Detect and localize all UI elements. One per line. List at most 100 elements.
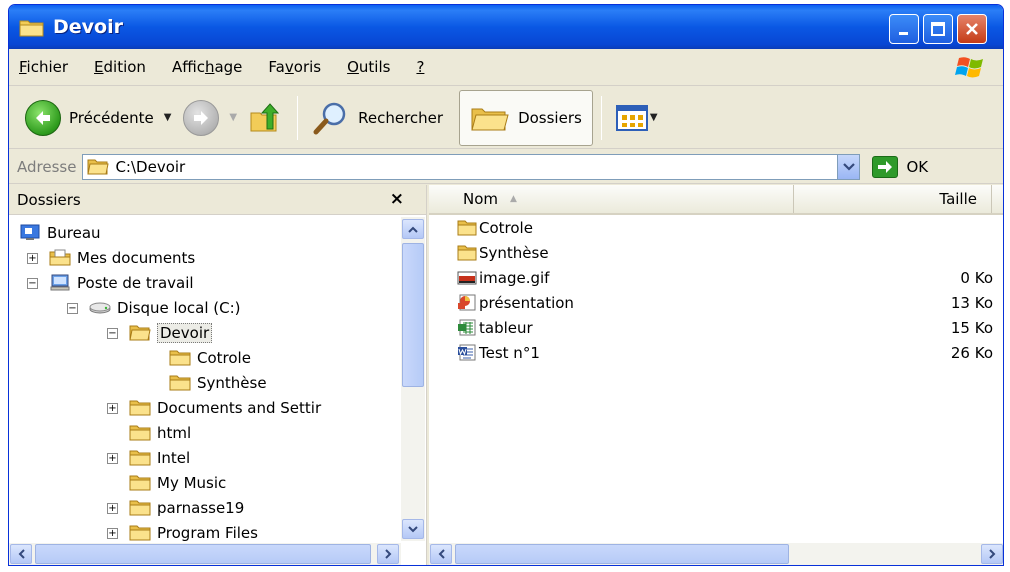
scroll-right-button[interactable] (981, 544, 1003, 564)
scroll-thumb[interactable] (455, 544, 789, 564)
folder-icon (457, 245, 477, 261)
file-row[interactable]: présentation 13 Ko (429, 290, 1003, 315)
expand-toggle[interactable]: + (107, 528, 118, 539)
collapse-toggle[interactable]: − (107, 328, 118, 339)
menu-edition[interactable]: Edition (94, 58, 146, 76)
tree-item-cotrole[interactable]: Cotrole (169, 345, 251, 370)
maximize-button[interactable] (923, 14, 953, 44)
go-label: OK (906, 157, 929, 176)
address-dropdown-button[interactable] (837, 154, 860, 179)
folders-label: Dossiers (518, 108, 582, 127)
file-name: image.gif (479, 268, 550, 287)
views-button[interactable]: ▼ (610, 92, 664, 144)
file-name-cell: image.gif (457, 269, 549, 287)
file-row[interactable]: image.gif 0 Ko (429, 265, 1003, 290)
tree-item-label: Program Files (157, 523, 258, 542)
go-button[interactable]: OK (872, 155, 929, 178)
excel-icon (458, 319, 476, 336)
folders-button[interactable]: Dossiers (459, 89, 593, 146)
folders-vertical-scrollbar[interactable] (401, 217, 425, 541)
folders-icon (471, 108, 509, 130)
tree-item-html[interactable]: html (129, 420, 191, 445)
folders-horizontal-scrollbar[interactable] (9, 543, 401, 565)
scroll-thumb[interactable] (35, 544, 371, 564)
menu-accelerator: E (94, 58, 104, 76)
address-bar: Adresse C:\Devoir OK (9, 150, 1003, 184)
tree-item-parnasse19[interactable]: parnasse19 (129, 495, 244, 520)
tree-item-poste-de-travail[interactable]: Poste de travail (49, 270, 194, 295)
tree-item-disque-local[interactable]: Disque local (C:) (89, 295, 241, 320)
file-row[interactable]: Synthèse (429, 240, 1003, 265)
tree-item-intel[interactable]: Intel (129, 445, 190, 470)
expand-toggle[interactable]: + (27, 253, 38, 264)
toolbar-separator (297, 95, 299, 140)
expand-toggle[interactable]: + (107, 453, 118, 464)
tree-item-documents-and-settings[interactable]: Documents and Settir (129, 395, 321, 420)
menu-help[interactable]: ? (416, 58, 424, 76)
scroll-left-button[interactable] (10, 544, 32, 564)
back-dropdown-icon[interactable]: ▼ (164, 112, 172, 123)
tree-item-label: Devoir (157, 322, 213, 343)
scroll-down-button[interactable] (402, 519, 424, 539)
menu-fichier[interactable]: Fichier (19, 58, 68, 76)
collapse-toggle[interactable]: − (27, 278, 38, 289)
folders-pane-header: Dossiers × (9, 185, 426, 215)
up-folder-button[interactable] (243, 92, 289, 144)
menu-text: ichier (26, 58, 69, 76)
gif-image-icon (457, 271, 477, 285)
my-documents-icon (49, 249, 71, 266)
tree-item-bureau[interactable]: Bureau (19, 220, 101, 245)
menu-affichage[interactable]: Affichage (172, 58, 242, 76)
scroll-up-button[interactable] (402, 219, 424, 239)
tree-item-mes-documents[interactable]: Mes documents (49, 245, 195, 270)
expand-toggle[interactable]: + (107, 403, 118, 414)
tree-item-my-music[interactable]: My Music (129, 470, 226, 495)
scroll-left-button[interactable] (430, 544, 452, 564)
column-header-size[interactable]: Taille (794, 185, 992, 213)
search-label: Rechercher (358, 108, 444, 127)
sort-ascending-icon: ▲ (510, 194, 517, 204)
column-name-label: Nom (463, 190, 499, 208)
scroll-thumb[interactable] (402, 243, 424, 387)
powerpoint-icon (458, 294, 476, 311)
title-bar[interactable]: Devoir (9, 5, 1003, 49)
file-row[interactable]: Test n°1 26 Ko (429, 340, 1003, 365)
open-folder-icon (129, 325, 151, 341)
search-button[interactable]: Rechercher (306, 92, 449, 144)
back-button[interactable]: Précédente ▼ (19, 92, 177, 144)
file-row[interactable]: Cotrole (429, 215, 1003, 240)
forward-button[interactable]: ▼ (177, 92, 243, 144)
folder-icon (129, 475, 151, 491)
tree-item-label: Cotrole (197, 348, 251, 367)
minimize-button[interactable] (889, 14, 919, 44)
menu-text: age (214, 58, 243, 76)
close-button[interactable] (957, 14, 987, 44)
file-size: 26 Ko (950, 343, 993, 362)
maximize-icon (931, 22, 945, 36)
column-header-name[interactable]: Nom ▲ (429, 185, 794, 213)
files-horizontal-scrollbar[interactable] (429, 543, 1003, 565)
chevron-down-icon (843, 162, 855, 171)
address-input[interactable]: C:\Devoir (82, 153, 861, 180)
close-pane-icon[interactable]: × (390, 189, 404, 209)
views-dropdown-icon[interactable]: ▼ (650, 112, 658, 123)
chevron-right-icon (384, 549, 391, 559)
tree-item-devoir[interactable]: Devoir (129, 320, 213, 345)
tree-item-label: Mes documents (77, 248, 196, 267)
collapse-toggle[interactable]: − (67, 303, 78, 314)
tree-item-label: html (157, 423, 192, 442)
file-name-cell: Test n°1 (457, 344, 540, 362)
toolbar: Précédente ▼ ▼ Rechercher Dossiers ▼ (9, 87, 1003, 149)
scroll-right-button[interactable] (377, 544, 399, 564)
file-row[interactable]: tableur 15 Ko (429, 315, 1003, 340)
close-icon (966, 23, 978, 35)
toolbar-separator (600, 95, 602, 140)
tree-item-program-files[interactable]: Program Files (129, 520, 258, 541)
tree-item-synthese[interactable]: Synthèse (169, 370, 267, 395)
expand-toggle[interactable]: + (107, 503, 118, 514)
menu-favoris[interactable]: Favoris (268, 58, 321, 76)
menu-outils[interactable]: Outils (347, 58, 390, 76)
menu-text: Fa (268, 58, 285, 76)
go-arrow-icon (872, 155, 899, 178)
forward-dropdown-icon[interactable]: ▼ (229, 112, 237, 123)
